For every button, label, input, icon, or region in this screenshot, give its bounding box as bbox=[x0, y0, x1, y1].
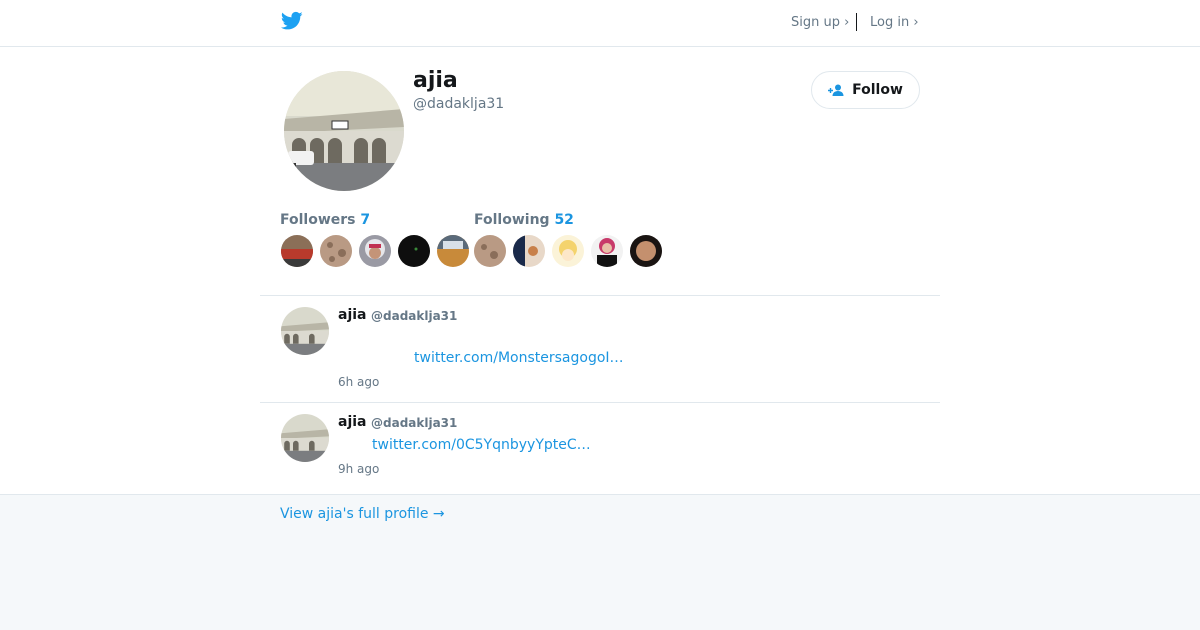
follower-avatar[interactable] bbox=[398, 235, 430, 267]
following-avatar[interactable] bbox=[513, 235, 545, 267]
view-full-profile-link[interactable]: View ajia's full profile → bbox=[280, 506, 445, 522]
twitter-bird-icon[interactable] bbox=[281, 11, 303, 31]
tweet-link[interactable]: twitter.com/MonstersagogoI… bbox=[414, 350, 624, 366]
divider bbox=[260, 402, 940, 403]
following-avatar[interactable] bbox=[474, 235, 506, 267]
following-avatar[interactable] bbox=[552, 235, 584, 267]
follower-avatar[interactable] bbox=[437, 235, 469, 267]
follow-button-label: Follow bbox=[852, 82, 903, 98]
profile-card: ajia @dadaklja31 Follow Followers 7 Foll… bbox=[0, 47, 1200, 494]
follower-avatar[interactable] bbox=[320, 235, 352, 267]
sign-up-link[interactable]: Sign up › bbox=[791, 15, 849, 30]
tweet-author-name[interactable]: ajia bbox=[338, 307, 367, 323]
profile-avatar[interactable] bbox=[284, 71, 404, 191]
following-count: 52 bbox=[554, 212, 574, 228]
following-avatars bbox=[474, 235, 662, 267]
follower-avatar[interactable] bbox=[359, 235, 391, 267]
follow-button[interactable]: Follow bbox=[811, 71, 920, 109]
footer-divider bbox=[0, 494, 1200, 495]
tweet-author-handle[interactable]: @dadaklja31 bbox=[371, 309, 457, 323]
followers-stat[interactable]: Followers 7 bbox=[280, 212, 370, 228]
nav-divider bbox=[856, 13, 857, 31]
add-person-icon bbox=[828, 84, 844, 96]
tweet-timestamp[interactable]: 9h ago bbox=[338, 462, 379, 476]
log-in-link[interactable]: Log in › bbox=[870, 15, 919, 30]
tweet-link[interactable]: twitter.com/0C5YqnbyyYpteC… bbox=[372, 437, 591, 453]
followers-count: 7 bbox=[360, 212, 371, 228]
followers-label: Followers bbox=[280, 212, 356, 228]
profile-handle: @dadaklja31 bbox=[413, 96, 505, 112]
tweet-author-handle[interactable]: @dadaklja31 bbox=[371, 416, 457, 430]
profile-name: ajia bbox=[413, 68, 458, 93]
following-avatar[interactable] bbox=[591, 235, 623, 267]
profile-panel: ajia @dadaklja31 Follow Followers 7 Foll… bbox=[260, 47, 940, 494]
top-bar: Sign up › Log in › bbox=[0, 0, 1200, 47]
tweet-avatar[interactable] bbox=[281, 307, 329, 355]
tweet-avatar[interactable] bbox=[281, 414, 329, 462]
tweet-author-name[interactable]: ajia bbox=[338, 414, 367, 430]
divider bbox=[260, 295, 940, 296]
following-stat[interactable]: Following 52 bbox=[474, 212, 574, 228]
following-label: Following bbox=[474, 212, 550, 228]
follower-avatar[interactable] bbox=[281, 235, 313, 267]
following-avatar[interactable] bbox=[630, 235, 662, 267]
followers-avatars bbox=[281, 235, 469, 267]
tweet-timestamp[interactable]: 6h ago bbox=[338, 375, 379, 389]
